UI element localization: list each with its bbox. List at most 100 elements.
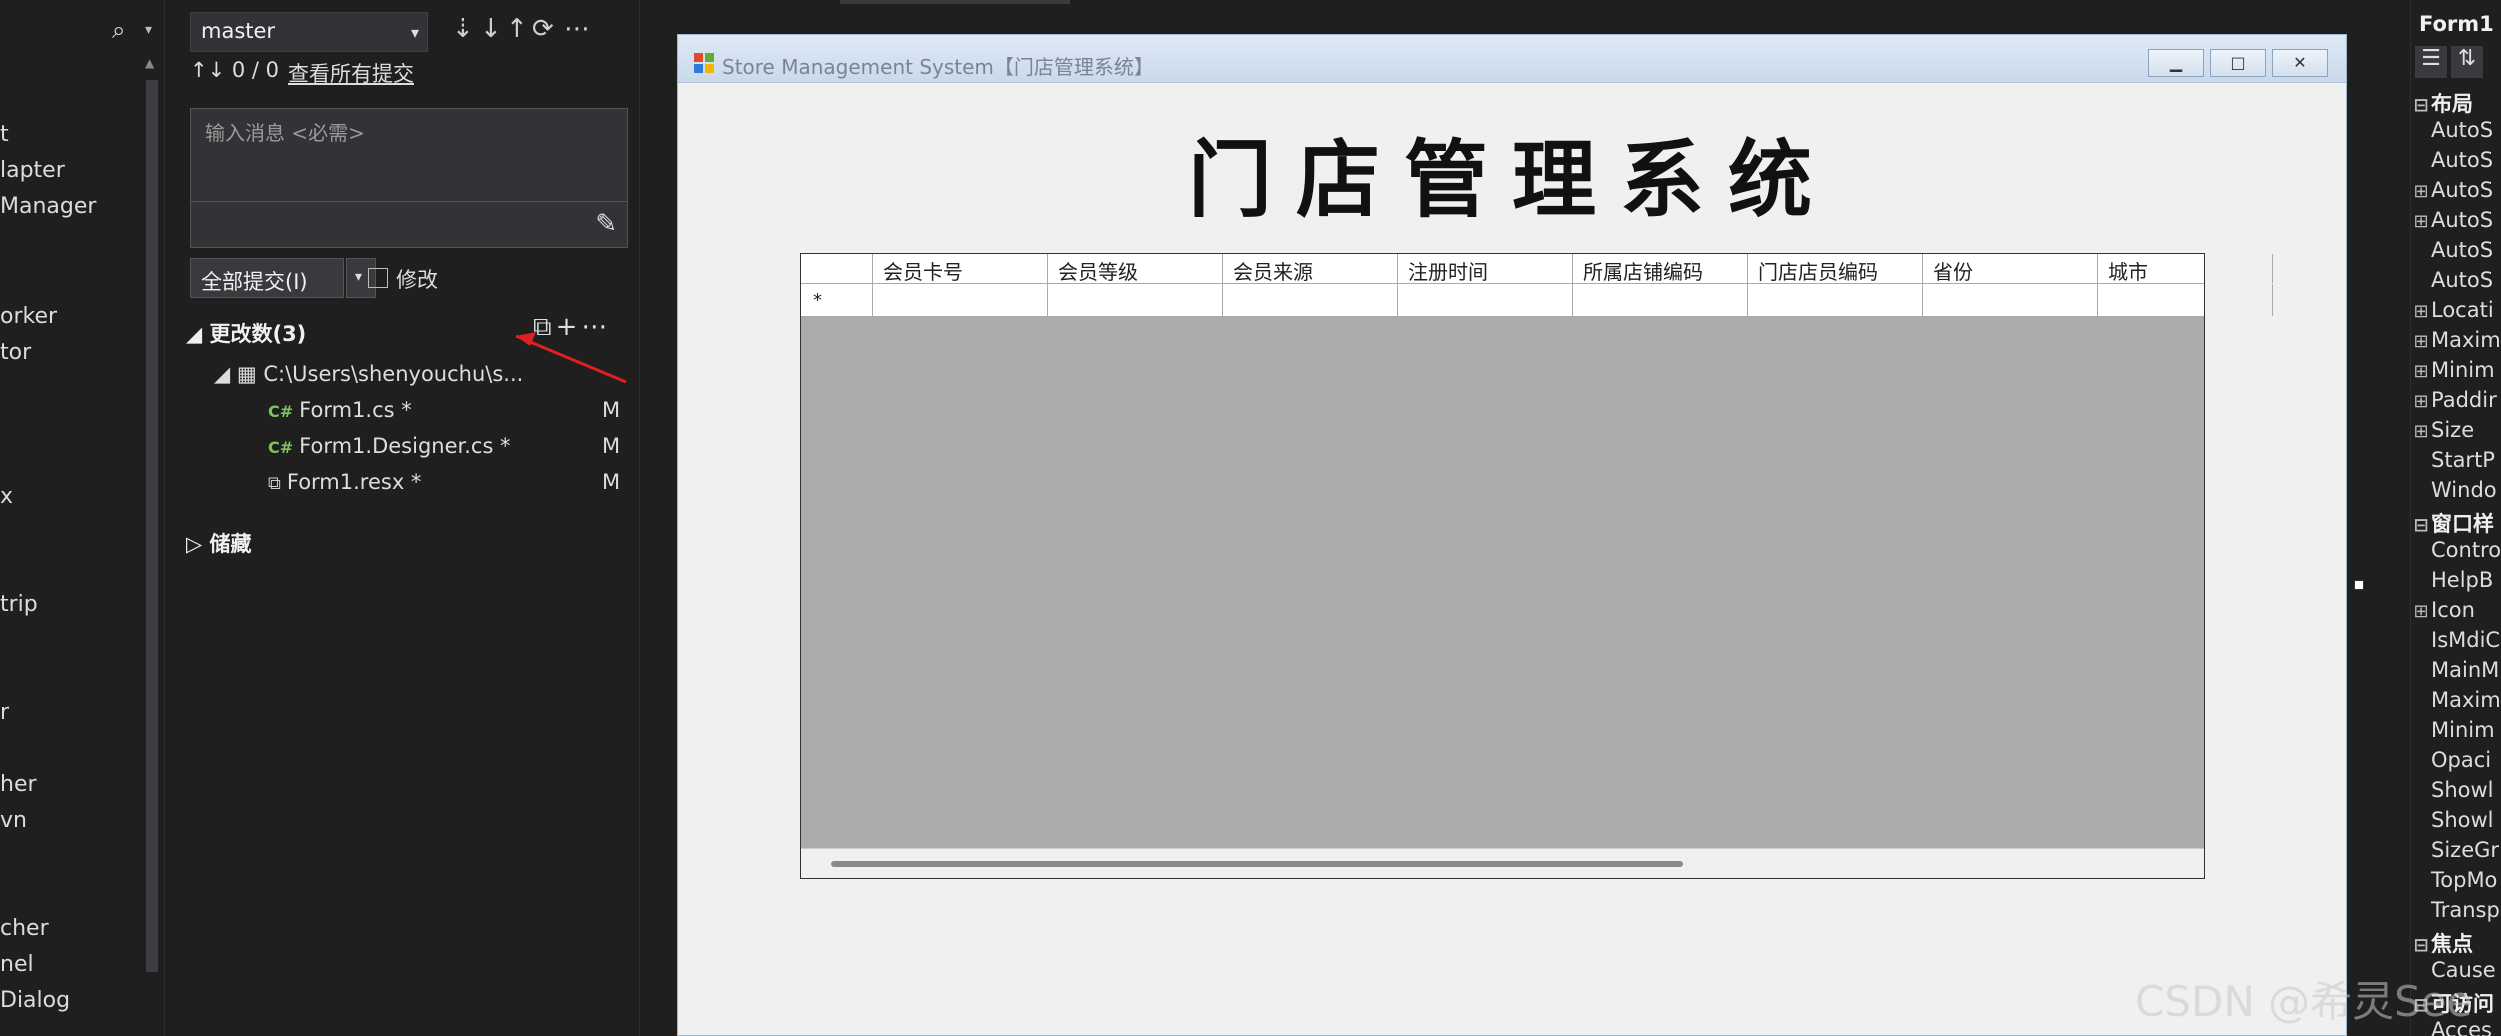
property-label: 窗口样	[2431, 512, 2494, 536]
toolbox-item[interactable]: x	[0, 484, 13, 509]
property-row[interactable]: HelpB	[2411, 568, 2493, 592]
changed-file-item[interactable]: ⧉ Form1.resx *	[268, 470, 421, 494]
toolbox-search[interactable]: ⌕ ▾	[0, 10, 160, 46]
form-window[interactable]: Store Management System【门店管理系统】 ▁ □ ✕ 门店…	[677, 34, 2347, 1036]
toolbox-item[interactable]: nel	[0, 952, 34, 977]
property-row[interactable]: ⊞ Minim	[2411, 358, 2494, 382]
property-row[interactable]: AutoS	[2411, 148, 2493, 172]
new-row-marker[interactable]: *	[801, 284, 873, 316]
changed-file-item[interactable]: C# Form1.Designer.cs *	[268, 434, 511, 458]
toolbox-item[interactable]: her	[0, 772, 37, 797]
expand-icon[interactable]: ⊞	[2411, 211, 2431, 232]
scrollbar-thumb[interactable]	[146, 80, 158, 972]
property-row[interactable]: AutoS	[2411, 268, 2493, 292]
horizontal-scrollbar[interactable]	[801, 848, 2204, 878]
property-label: AutoS	[2431, 118, 2494, 142]
collapse-icon[interactable]: ⊟	[2411, 515, 2431, 536]
table-row[interactable]: *	[801, 284, 2273, 316]
stash-header[interactable]: ▷ 储藏	[186, 528, 251, 558]
grid-corner[interactable]	[801, 254, 873, 283]
grid-cell[interactable]	[1223, 284, 1398, 316]
property-label: 焦点	[2431, 932, 2473, 956]
expand-icon[interactable]: ⊞	[2411, 421, 2431, 442]
property-row[interactable]: StartP	[2411, 448, 2495, 472]
expand-icon[interactable]: ⊞	[2411, 181, 2431, 202]
column-header[interactable]: 城市	[2098, 254, 2273, 283]
scrollbar-thumb[interactable]	[831, 861, 1683, 867]
property-row[interactable]: ⊞ Maxim	[2411, 328, 2500, 352]
property-row[interactable]: Windo	[2411, 478, 2497, 502]
expand-icon[interactable]: ⊞	[2411, 391, 2431, 412]
property-row[interactable]: Maxim	[2411, 688, 2501, 712]
toolbox-item[interactable]: lapter	[0, 158, 65, 183]
property-row[interactable]: MainM	[2411, 658, 2499, 682]
toolbox-item[interactable]: cher	[0, 916, 49, 941]
property-row[interactable]: ⊞ Icon	[2411, 598, 2474, 622]
expand-icon[interactable]: ⊞	[2411, 301, 2431, 322]
property-label: AutoS	[2431, 148, 2494, 172]
expand-icon[interactable]: ⊞	[2411, 361, 2431, 382]
toolbox-item[interactable]: t	[0, 122, 9, 147]
toolbox-item[interactable]: r	[0, 700, 9, 725]
toolbox-item[interactable]: trip	[0, 592, 38, 617]
grid-cell[interactable]	[1923, 284, 2098, 316]
chevron-down-icon[interactable]: ▾	[145, 22, 152, 38]
watermark: CSDN @希灵See	[2135, 977, 2473, 1026]
property-row[interactable]: ⊞ Paddir	[2411, 388, 2496, 412]
property-category[interactable]: ⊟ 布局	[2411, 88, 2473, 118]
property-row[interactable]: SizeGr	[2411, 838, 2499, 862]
form-titlebar[interactable]: Store Management System【门店管理系统】 ▁ □ ✕	[678, 35, 2346, 83]
toolbox-item[interactable]: Dialog	[0, 988, 70, 1013]
toolbox-item[interactable]: tor	[0, 340, 31, 365]
toolbox-item[interactable]: orker	[0, 304, 57, 329]
column-header[interactable]: 省份	[1923, 254, 2098, 283]
changed-file-item[interactable]: C# Form1.cs *	[268, 398, 412, 422]
property-label: Maxim	[2431, 688, 2501, 712]
toolbox-item[interactable]: Manager	[0, 194, 96, 219]
property-row[interactable]: ⊞ AutoS	[2411, 178, 2493, 202]
property-row[interactable]: Contro	[2411, 538, 2501, 562]
maximize-button[interactable]: □	[2210, 49, 2266, 77]
column-header[interactable]: 会员来源	[1223, 254, 1398, 283]
grid-cell[interactable]	[873, 284, 1048, 316]
collapse-icon[interactable]: ⊟	[2411, 95, 2431, 116]
data-grid[interactable]: 会员卡号 会员等级 会员来源 注册时间 所属店铺编码 门店店员编码 省份 城市 *	[800, 253, 2273, 879]
column-header[interactable]: 所属店铺编码	[1573, 254, 1748, 283]
property-row[interactable]: TopMo	[2411, 868, 2497, 892]
property-row[interactable]: ⊞ Size	[2411, 418, 2474, 442]
grid-cell[interactable]	[1573, 284, 1748, 316]
column-header[interactable]: 门店店员编码	[1748, 254, 1923, 283]
property-category[interactable]: ⊟ 窗口样	[2411, 508, 2494, 538]
close-button[interactable]: ✕	[2272, 49, 2328, 77]
grid-cell[interactable]	[1748, 284, 1923, 316]
property-row[interactable]: Showl	[2411, 778, 2494, 802]
minimize-button[interactable]: ▁	[2148, 49, 2204, 77]
expand-icon[interactable]: ⊞	[2411, 601, 2431, 622]
property-row[interactable]: AutoS	[2411, 118, 2493, 142]
toolbox-item[interactable]: vn	[0, 808, 27, 833]
toolbox-scrollbar[interactable]: ▲	[142, 52, 160, 1036]
property-row[interactable]: IsMdiC	[2411, 628, 2500, 652]
resize-handle[interactable]	[2354, 580, 2364, 590]
categorized-icon[interactable]: ☰	[2415, 46, 2447, 78]
column-header[interactable]: 会员卡号	[873, 254, 1048, 283]
property-row[interactable]: Opaci	[2411, 748, 2491, 772]
property-row[interactable]: ⊞ AutoS	[2411, 208, 2493, 232]
property-row[interactable]: ⊞ Locati	[2411, 298, 2493, 322]
scroll-up-icon[interactable]: ▲	[145, 56, 154, 70]
column-header[interactable]: 注册时间	[1398, 254, 1573, 283]
property-row[interactable]: Minim	[2411, 718, 2495, 742]
grid-cell[interactable]	[1048, 284, 1223, 316]
properties-title: Form1	[2419, 12, 2494, 36]
property-category[interactable]: ⊟ 焦点	[2411, 928, 2473, 958]
column-header[interactable]: 会员等级	[1048, 254, 1223, 283]
alphabetical-icon[interactable]: ⇅	[2451, 46, 2483, 78]
property-row[interactable]: Transp	[2411, 898, 2500, 922]
expand-icon[interactable]: ⊞	[2411, 331, 2431, 352]
search-icon[interactable]: ⌕	[112, 16, 125, 44]
property-row[interactable]: Showl	[2411, 808, 2494, 832]
grid-cell[interactable]	[2098, 284, 2273, 316]
collapse-icon[interactable]: ⊟	[2411, 935, 2431, 956]
grid-cell[interactable]	[1398, 284, 1573, 316]
property-row[interactable]: AutoS	[2411, 238, 2493, 262]
